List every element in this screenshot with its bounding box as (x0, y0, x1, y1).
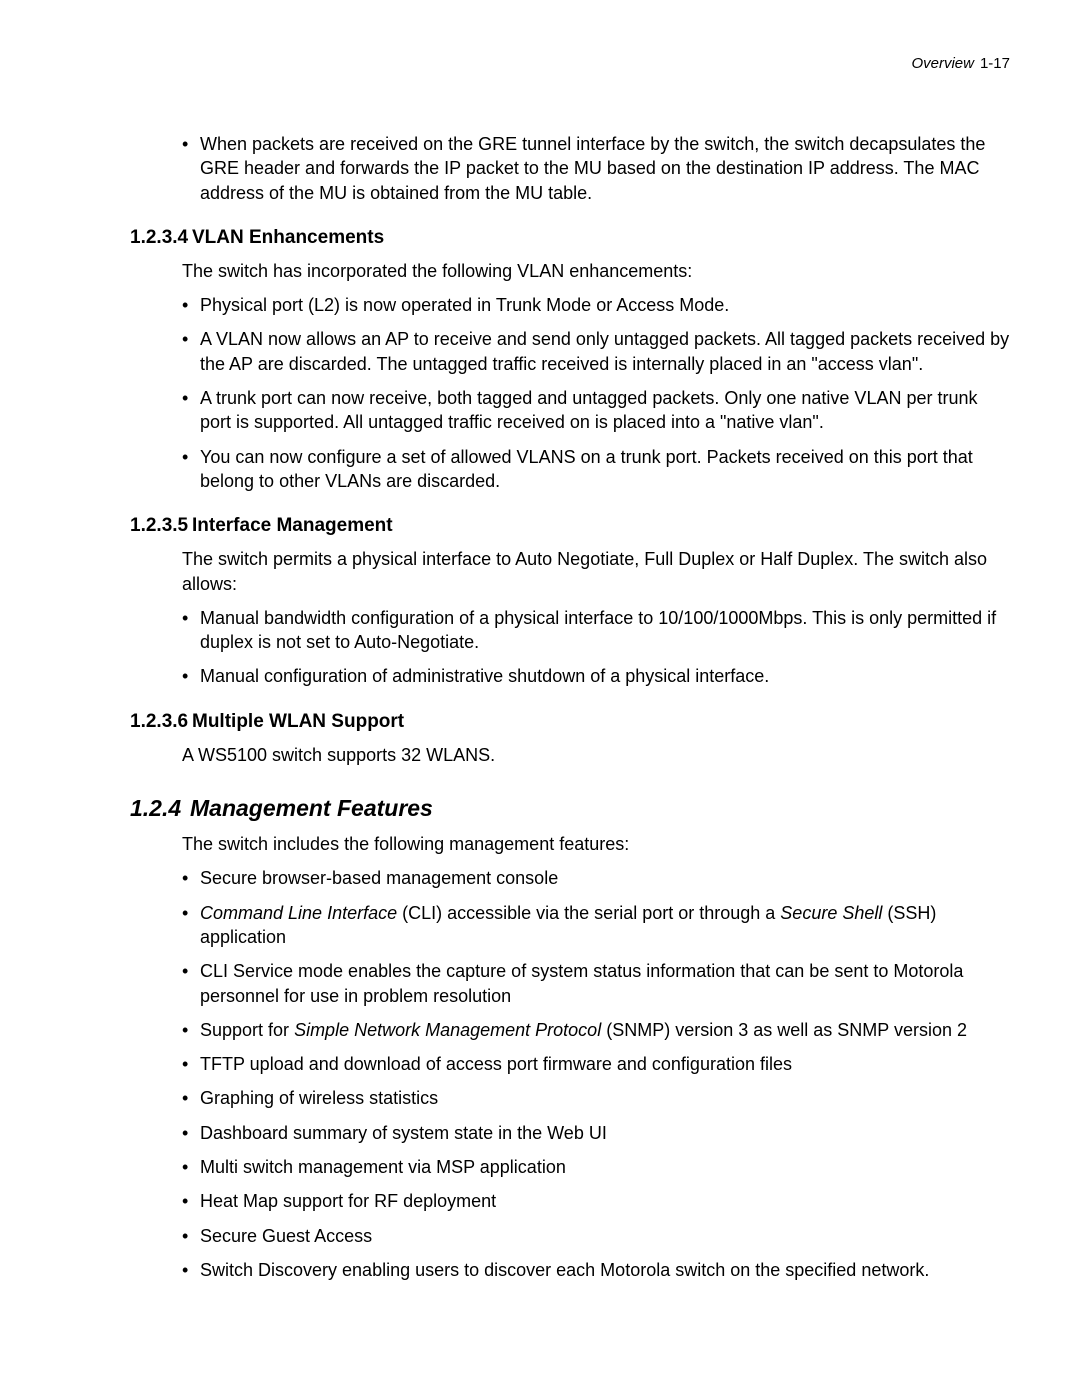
list-item: TFTP upload and download of access port … (200, 1052, 1010, 1076)
list-item: Support for Simple Network Management Pr… (200, 1018, 1010, 1042)
text: (SNMP) version 3 as well as SNMP version… (601, 1020, 967, 1040)
list-item: Graphing of wireless statistics (200, 1086, 1010, 1110)
intro-paragraph: The switch has incorporated the followin… (182, 259, 1010, 283)
heading-number: 1.2.3.4 (130, 227, 192, 249)
list-item: Secure browser-based management console (200, 866, 1010, 890)
list-item: Heat Map support for RF deployment (200, 1189, 1010, 1213)
intro-paragraph: The switch includes the following manage… (182, 832, 1010, 856)
text: (CLI) accessible via the serial port or … (397, 903, 780, 923)
list-item: When packets are received on the GRE tun… (200, 132, 1010, 205)
management-bullet-list: Secure browser-based management console … (130, 866, 1010, 1282)
list-item: Command Line Interface (CLI) accessible … (200, 901, 1010, 950)
heading-title: VLAN Enhancements (192, 227, 384, 248)
italic-text: Simple Network Management Protocol (294, 1020, 601, 1040)
header-page-number: 1-17 (980, 55, 1010, 72)
heading-number: 1.2.4 (130, 795, 190, 822)
content: When packets are received on the GRE tun… (130, 132, 1010, 1282)
heading-title: Multiple WLAN Support (192, 711, 404, 732)
subsection-heading-interface: 1.2.3.5Interface Management (130, 515, 1010, 537)
italic-text: Command Line Interface (200, 903, 397, 923)
heading-title: Interface Management (192, 515, 393, 536)
list-item: Manual configuration of administrative s… (200, 664, 1010, 688)
heading-number: 1.2.3.5 (130, 515, 192, 537)
page-header: Overview 1-17 (130, 55, 1010, 72)
text: Support for (200, 1020, 294, 1040)
heading-number: 1.2.3.6 (130, 711, 192, 733)
vlan-bullet-list: Physical port (L2) is now operated in Tr… (130, 293, 1010, 493)
list-item: Secure Guest Access (200, 1224, 1010, 1248)
list-item: A VLAN now allows an AP to receive and s… (200, 327, 1010, 376)
list-item: CLI Service mode enables the capture of … (200, 959, 1010, 1008)
list-item: Physical port (L2) is now operated in Tr… (200, 293, 1010, 317)
list-item: Switch Discovery enabling users to disco… (200, 1258, 1010, 1282)
italic-text: Secure Shell (780, 903, 882, 923)
list-item: You can now configure a set of allowed V… (200, 445, 1010, 494)
heading-title: Management Features (190, 795, 433, 821)
list-item: Multi switch management via MSP applicat… (200, 1155, 1010, 1179)
intro-paragraph: A WS5100 switch supports 32 WLANS. (182, 743, 1010, 767)
top-bullet-list: When packets are received on the GRE tun… (130, 132, 1010, 205)
page: Overview 1-17 When packets are received o… (0, 0, 1080, 1397)
list-item: Dashboard summary of system state in the… (200, 1121, 1010, 1145)
list-item: Manual bandwidth configuration of a phys… (200, 606, 1010, 655)
subsection-heading-wlan: 1.2.3.6Multiple WLAN Support (130, 711, 1010, 733)
header-section: Overview (911, 55, 974, 72)
section-heading-management: 1.2.4Management Features (130, 795, 1010, 822)
list-item: A trunk port can now receive, both tagge… (200, 386, 1010, 435)
subsection-heading-vlan: 1.2.3.4VLAN Enhancements (130, 227, 1010, 249)
interface-bullet-list: Manual bandwidth configuration of a phys… (130, 606, 1010, 689)
intro-paragraph: The switch permits a physical interface … (182, 547, 1010, 596)
